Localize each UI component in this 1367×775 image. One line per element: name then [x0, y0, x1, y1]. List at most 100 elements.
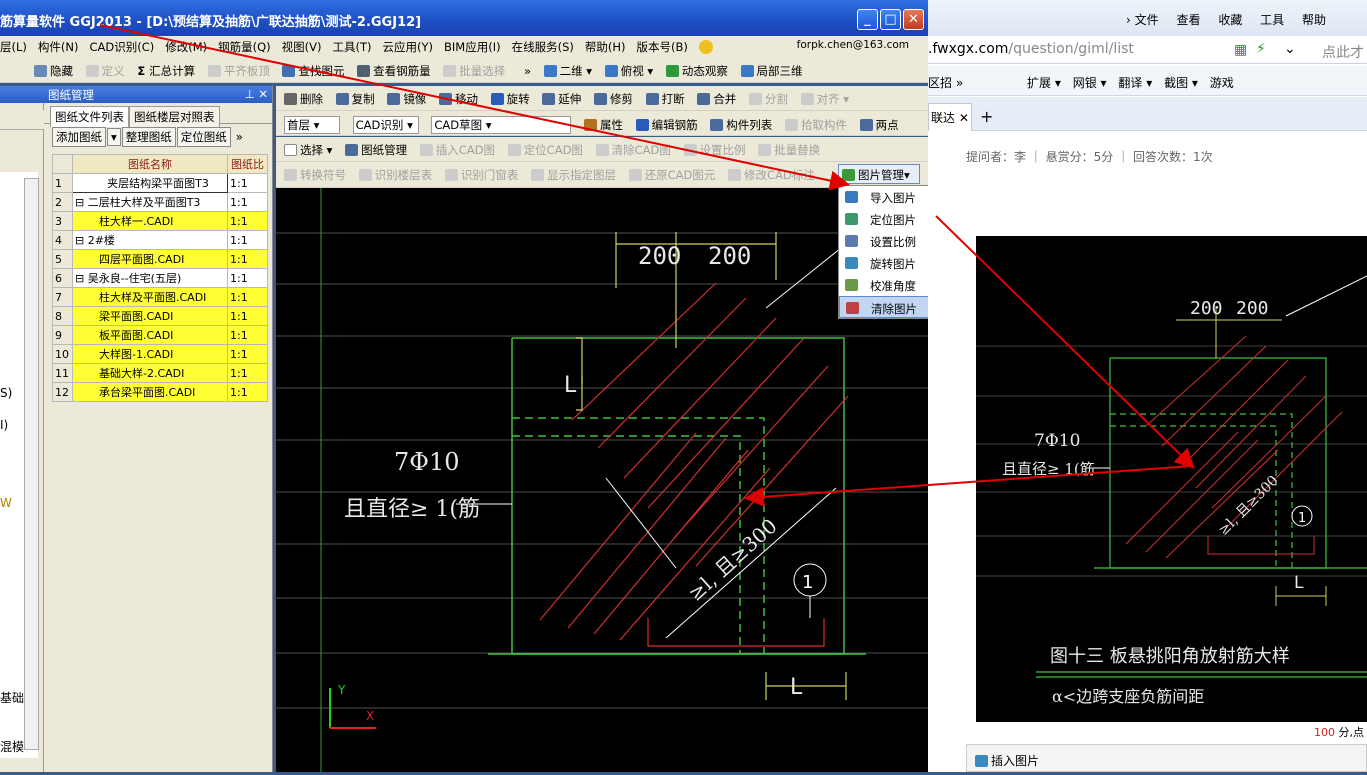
menu-item[interactable]: 修改(M) — [165, 40, 207, 54]
define-button[interactable]: 定义 — [85, 64, 125, 78]
copy-button[interactable]: 复制 — [335, 92, 375, 106]
browser-menu-item[interactable]: 工具 — [1260, 13, 1284, 27]
bookmark-item[interactable]: 区招 — [928, 76, 952, 90]
show-layer-button[interactable]: 显示指定图层 — [530, 168, 616, 182]
delete-button[interactable]: 删除 — [284, 92, 323, 106]
recog-floor-table-button[interactable]: 识别楼层表 — [358, 168, 432, 182]
table-row[interactable]: 2 ⊟ 二层柱大样及平面图T3 1:1 — [52, 192, 268, 212]
close-button[interactable]: ✕ — [903, 9, 924, 30]
menu-item[interactable]: 在线服务(S) — [512, 40, 574, 54]
drawing-name[interactable]: ⊟ 二层柱大样及平面图T3 — [72, 192, 228, 212]
table-row[interactable]: 11 基础大样-2.CADI 1:1 — [52, 363, 268, 383]
menu-item[interactable]: 构件(N) — [38, 40, 79, 54]
col-name-header[interactable]: 图纸名称 — [72, 154, 228, 174]
cad-canvas[interactable]: 200 200 7Φ10 且直径≥ 1(筋 ≥l, 且≥300 1 L L Y … — [276, 188, 928, 772]
find-element-button[interactable]: 查找图元 — [282, 64, 344, 78]
view-2d-button[interactable]: 二维 ▾ — [543, 64, 592, 78]
trim-button[interactable]: 修剪 — [593, 92, 633, 106]
pick-component-button[interactable]: 拾取构件 — [784, 118, 847, 132]
view-rebar-button[interactable]: 查看钢筋量 — [357, 64, 431, 78]
edit-rebar-button[interactable]: 编辑钢筋 — [635, 118, 698, 132]
two-point-button[interactable]: 两点 — [859, 118, 899, 132]
split-button[interactable]: 分割 — [748, 92, 788, 106]
table-row[interactable]: 7 柱大样及平面图.CADI 1:1 — [52, 287, 268, 307]
tab-file-list[interactable]: 图纸文件列表 — [50, 106, 129, 127]
menu-item[interactable]: 云应用(Y) — [383, 40, 434, 54]
browser-tab[interactable]: 联达 ✕ — [928, 103, 972, 131]
align-button[interactable]: 对齐 ▾ — [800, 92, 849, 106]
drawing-name[interactable]: 柱大样一.CADI — [72, 211, 228, 231]
add-drawing-button[interactable]: 添加图纸 — [52, 127, 106, 147]
cad-recog-select[interactable]: CAD识别 ▾ — [352, 116, 419, 134]
table-row[interactable]: 9 板平面图.CADI 1:1 — [52, 325, 268, 345]
menu-item[interactable]: 钢筋量(Q) — [218, 40, 271, 54]
browser-menu-item[interactable]: 文件 — [1135, 13, 1159, 27]
drawing-name[interactable]: 板平面图.CADI — [72, 325, 228, 345]
toolbar-more[interactable]: » — [524, 64, 531, 78]
menu-item[interactable]: 版本号(B) — [637, 40, 688, 54]
set-scale-button[interactable]: 设置比例 — [683, 143, 746, 157]
bookmark-bank[interactable]: 网银 ▾ — [1073, 76, 1107, 90]
bookmark-translate[interactable]: 翻译 ▾ — [1118, 76, 1152, 90]
menu-item[interactable]: 层(L) — [0, 40, 27, 54]
bookmark-games[interactable]: 游戏 — [1210, 76, 1234, 90]
merge-button[interactable]: 合并 — [697, 92, 736, 106]
break-button[interactable]: 打断 — [645, 92, 685, 106]
summary-calc-button[interactable]: Σ 汇总计算 — [137, 64, 195, 78]
pin-close-icons[interactable]: ⊥ ✕ — [245, 87, 268, 101]
tab-floor-map[interactable]: 图纸楼层对照表 — [129, 106, 220, 127]
menu-item[interactable]: 帮助(H) — [585, 40, 626, 54]
bookmark-screenshot[interactable]: 截图 ▾ — [1164, 76, 1198, 90]
drawing-name[interactable]: ⊟ 2#楼 — [72, 230, 228, 250]
convert-symbol-button[interactable]: 转换符号 — [284, 168, 346, 182]
browser-menu-item[interactable]: 收藏 — [1218, 13, 1242, 27]
new-tab-button[interactable]: + — [980, 107, 993, 126]
tab-close-icon[interactable]: ✕ — [959, 111, 969, 125]
drawing-name[interactable]: ⊟ 吴永良--住宅(五层) — [72, 268, 228, 288]
add-drawing-dropdown[interactable]: ▾ — [107, 128, 121, 146]
bookmark-extend[interactable]: 扩展 ▾ — [1027, 76, 1061, 90]
locate-cad-button[interactable]: 定位CAD图 — [507, 143, 583, 157]
batch-replace-button[interactable]: 批量替换 — [758, 143, 820, 157]
collapse-toggle-icon[interactable]: ⊟ — [75, 234, 88, 247]
locate-drawing-button[interactable]: 定位图纸 — [176, 127, 231, 147]
table-row[interactable]: 8 梁平面图.CADI 1:1 — [52, 306, 268, 326]
dynamic-view-button[interactable]: 动态观察 — [665, 64, 728, 78]
menu-item[interactable]: CAD识别(C) — [89, 40, 154, 54]
table-row[interactable]: 6 ⊟ 吴永良--住宅(五层) 1:1 — [52, 268, 268, 288]
clear-cad-button[interactable]: 清除CAD图 — [595, 143, 671, 157]
qr-icon[interactable]: ▦ — [1234, 42, 1247, 58]
component-list-button[interactable]: 构件列表 — [710, 118, 772, 132]
drawing-name[interactable]: 基础大样-2.CADI — [72, 363, 228, 383]
maximize-button[interactable]: □ — [880, 9, 901, 30]
panel-more[interactable]: » — [232, 130, 243, 144]
extend-button[interactable]: 延伸 — [542, 92, 581, 106]
insert-cad-button[interactable]: 插入CAD图 — [419, 143, 495, 157]
drawing-name[interactable]: 四层平面图.CADI — [72, 249, 228, 269]
rotate-button[interactable]: 旋转 — [490, 92, 530, 106]
collapse-toggle-icon[interactable]: ⊟ — [75, 196, 88, 209]
table-row[interactable]: 5 四层平面图.CADI 1:1 — [52, 249, 268, 269]
drawing-name[interactable]: 夹层结构梁平面图T3 — [72, 173, 228, 193]
cad-draft-select[interactable]: CAD草图 ▾ — [431, 116, 572, 134]
insert-picture-bar[interactable]: 插入图片 — [966, 744, 1367, 772]
properties-button[interactable]: 属性 — [583, 118, 623, 132]
chevron-down-icon[interactable]: ⌄ — [1284, 41, 1296, 57]
drawing-name[interactable]: 梁平面图.CADI — [72, 306, 228, 326]
batch-select-button[interactable]: 批量选择 — [443, 64, 505, 78]
floor-select[interactable]: 首层 ▾ — [284, 116, 340, 134]
picture-mgmt-button[interactable]: 图片管理▾ — [838, 164, 920, 184]
select-button[interactable]: 选择 ▾ — [284, 143, 332, 157]
top-view-button[interactable]: 俯视 ▾ — [604, 64, 653, 78]
menu-item[interactable]: 视图(V) — [282, 40, 322, 54]
menu-item[interactable]: 工具(T) — [333, 40, 372, 54]
edit-cad-label-button[interactable]: 修改CAD标注 — [728, 168, 815, 182]
table-row[interactable]: 3 柱大样一.CADI 1:1 — [52, 211, 268, 231]
lightning-icon[interactable]: ⚡ — [1256, 41, 1266, 57]
move-button[interactable]: 移动 — [438, 92, 478, 106]
minimize-button[interactable]: _ — [857, 9, 878, 30]
menu-item[interactable]: BIM应用(I) — [444, 40, 501, 54]
table-row[interactable]: 1 夹层结构梁平面图T3 1:1 — [52, 173, 268, 193]
restore-cad-button[interactable]: 还原CAD图元 — [628, 168, 715, 182]
browser-menu-item[interactable]: 查看 — [1176, 13, 1200, 27]
